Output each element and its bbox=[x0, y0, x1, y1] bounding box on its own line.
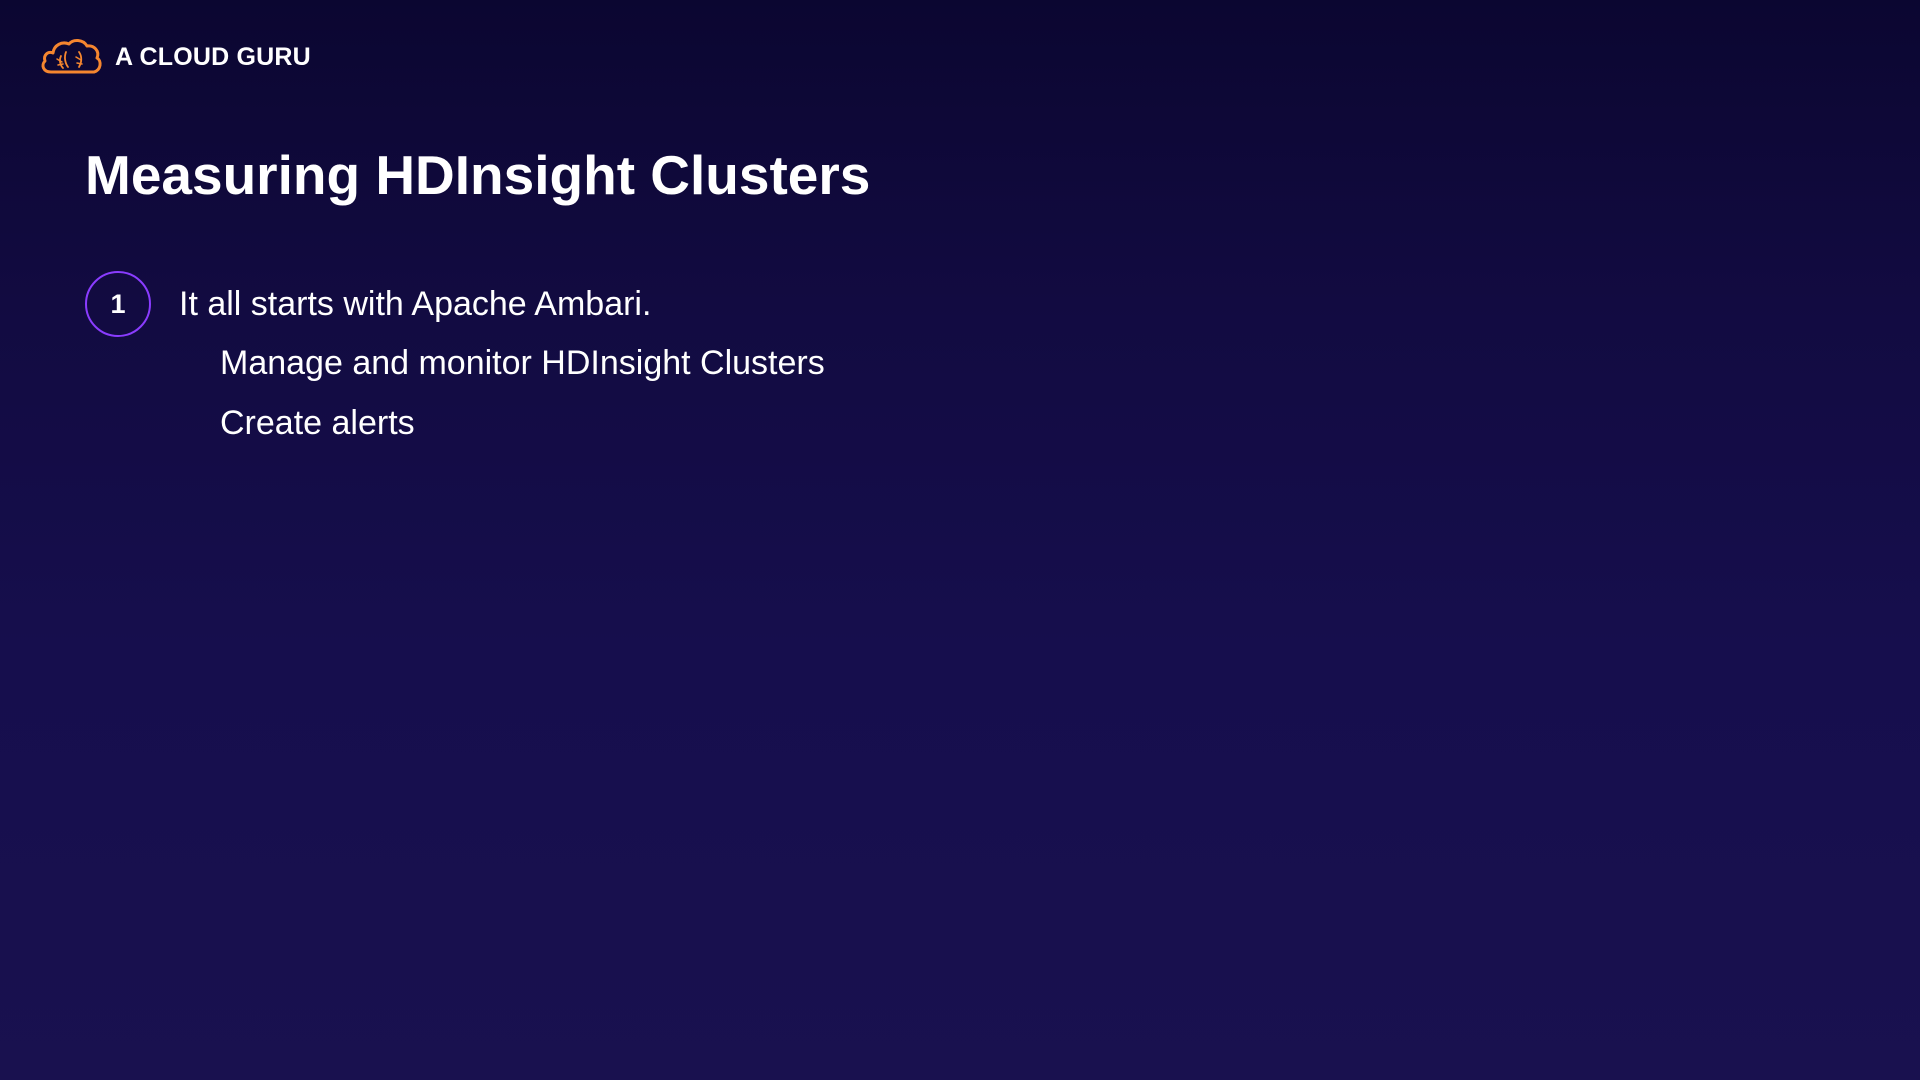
point-text: It all starts with Apache Ambari. bbox=[179, 285, 652, 323]
cloud-logo-icon bbox=[41, 39, 102, 74]
sub-point-manage-monitor: Manage and monitor HDInsight Clusters bbox=[220, 344, 825, 382]
sub-point-create-alerts: Create alerts bbox=[220, 404, 415, 442]
point-number-badge: 1 bbox=[85, 271, 151, 337]
slide-title: Measuring HDInsight Clusters bbox=[85, 144, 871, 206]
brand: A CLOUD GURU bbox=[39, 38, 311, 76]
brand-name: A CLOUD GURU bbox=[115, 42, 311, 71]
point-1: 1 It all starts with Apache Ambari. bbox=[85, 271, 651, 337]
sub-point-list: Manage and monitor HDInsight Clusters Cr… bbox=[220, 343, 825, 463]
